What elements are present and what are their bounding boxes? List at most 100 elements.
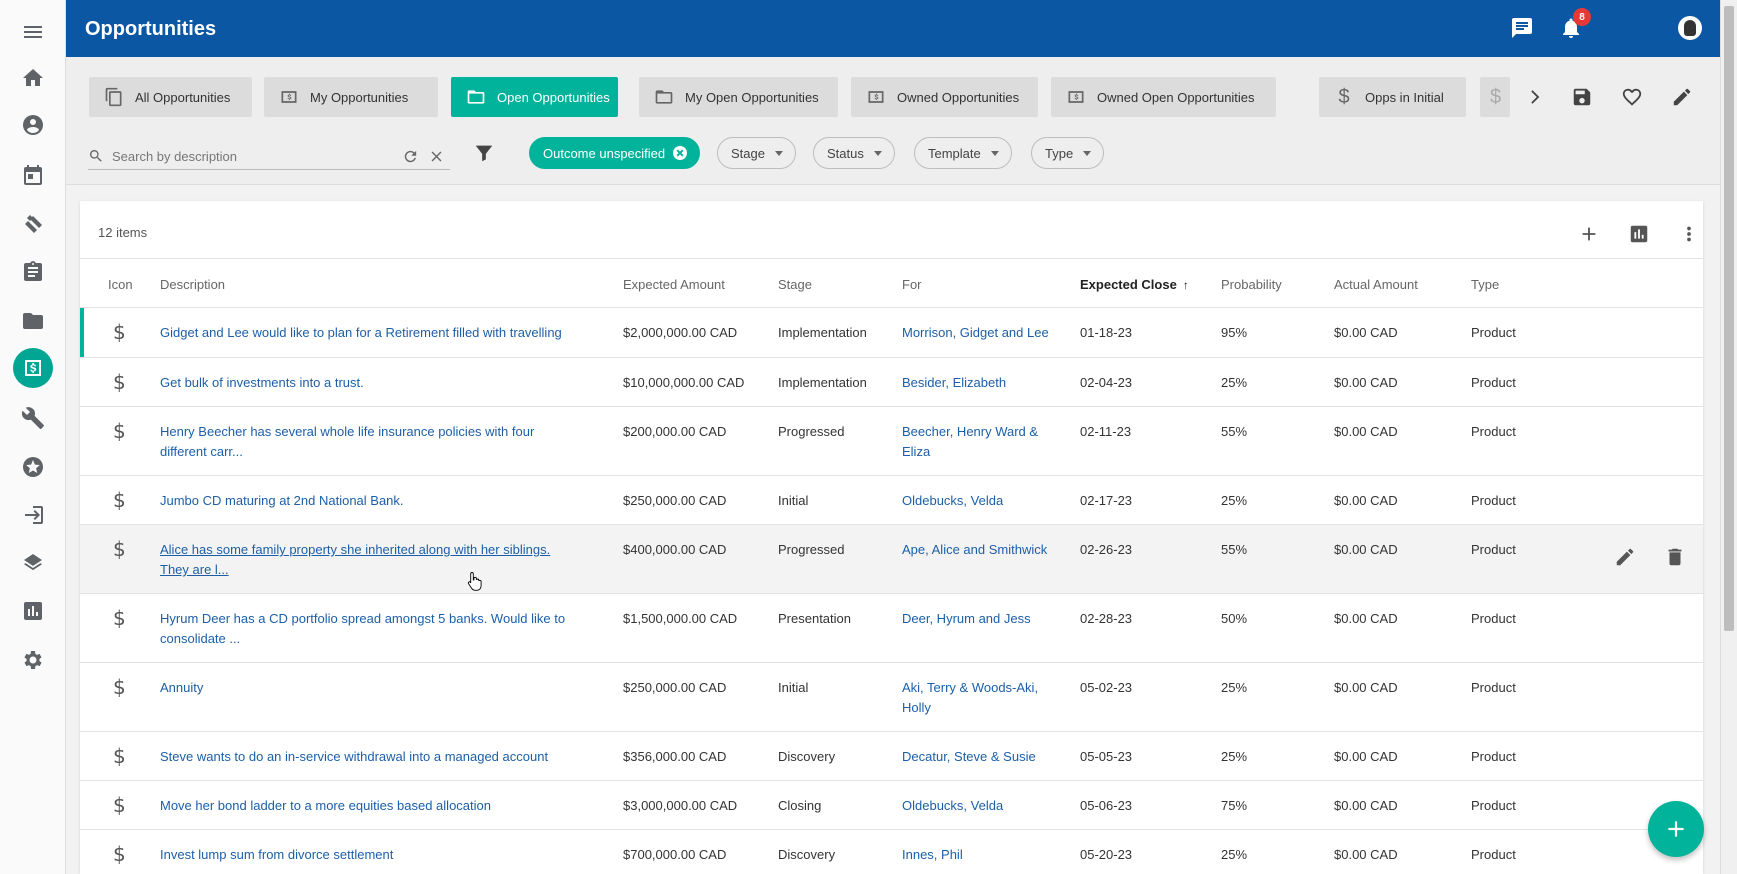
- for-link[interactable]: Beecher, Henry Ward & Eliza: [902, 422, 1052, 462]
- description-link[interactable]: Hyrum Deer has a CD portfolio spread amo…: [160, 609, 590, 649]
- home-icon[interactable]: [13, 58, 53, 98]
- refresh-icon[interactable]: [400, 146, 420, 166]
- table-row[interactable]: $ Henry Beecher has several whole life i…: [80, 407, 1703, 476]
- table-row[interactable]: $ Get bulk of investments into a trust. …: [80, 358, 1703, 407]
- filter-chip-type[interactable]: Type: [1031, 137, 1105, 169]
- tab-opps-in-initial[interactable]: $ Opps in Initial: [1319, 77, 1466, 117]
- description-link[interactable]: Annuity: [160, 678, 600, 698]
- clear-icon[interactable]: [426, 146, 446, 166]
- filter-chip-stage[interactable]: Stage: [717, 137, 796, 169]
- column-header-type[interactable]: Type: [1471, 277, 1499, 292]
- user-avatar[interactable]: [1678, 16, 1702, 40]
- for-link[interactable]: Deer, Hyrum and Jess: [902, 609, 1062, 629]
- description-link[interactable]: Move her bond ladder to a more equities …: [160, 796, 600, 816]
- edit-row-icon[interactable]: [1612, 544, 1638, 570]
- wrench-icon[interactable]: [13, 398, 53, 438]
- expected-close: 02-28-23: [1080, 611, 1133, 626]
- tab-my-opportunities[interactable]: My Opportunities: [264, 77, 438, 117]
- calendar-icon[interactable]: [13, 155, 53, 195]
- chart-icon[interactable]: [13, 591, 53, 631]
- chevron-right-icon[interactable]: [1519, 82, 1549, 112]
- add-opportunity-button[interactable]: [1648, 801, 1704, 857]
- tab-label: My Opportunities: [310, 89, 409, 105]
- save-icon[interactable]: [1567, 82, 1597, 112]
- opportunity-icon[interactable]: [13, 348, 53, 388]
- sort-ascending-icon: ↑: [1182, 278, 1189, 292]
- login-icon[interactable]: [13, 495, 53, 535]
- tab-my-open-opportunities[interactable]: My Open Opportunities: [639, 77, 838, 117]
- for-link[interactable]: Decatur, Steve & Susie: [902, 747, 1062, 767]
- more-vert-icon[interactable]: [1674, 219, 1703, 249]
- tab-owned-open-opportunities[interactable]: Owned Open Opportunities: [1051, 77, 1276, 117]
- description-link[interactable]: Henry Beecher has several whole life ins…: [160, 422, 560, 462]
- column-header-expected-close[interactable]: Expected Close ↑: [1080, 277, 1189, 292]
- report-icon[interactable]: [1624, 219, 1654, 249]
- handshake-icon[interactable]: [13, 204, 53, 244]
- dollar-icon: $: [113, 320, 126, 344]
- table-row[interactable]: $ Gidget and Lee would like to plan for …: [80, 308, 1703, 358]
- for-link[interactable]: Aki, Terry & Woods-Aki, Holly: [902, 678, 1052, 718]
- for-link[interactable]: Oldebucks, Velda: [902, 491, 1062, 511]
- table-row[interactable]: $ Alice has some family property she inh…: [80, 525, 1703, 594]
- table-row[interactable]: $ Jumbo CD maturing at 2nd National Bank…: [80, 476, 1703, 525]
- description-link[interactable]: Gidget and Lee would like to plan for a …: [160, 323, 600, 343]
- description-link[interactable]: Jumbo CD maturing at 2nd National Bank.: [160, 491, 600, 511]
- delete-row-icon[interactable]: [1662, 544, 1688, 570]
- table-row[interactable]: $ Annuity $250,000.00 CAD Initial Aki, T…: [80, 663, 1703, 732]
- chip-remove-icon[interactable]: [673, 146, 688, 160]
- stage: Presentation: [778, 611, 851, 626]
- folder-icon[interactable]: [13, 301, 53, 341]
- description-link[interactable]: Get bulk of investments into a trust.: [160, 373, 600, 393]
- search-input[interactable]: [112, 146, 372, 166]
- gear-icon[interactable]: [13, 640, 53, 680]
- filter-chip-outcome[interactable]: Outcome unspecified: [529, 137, 701, 169]
- column-header-actual-amount[interactable]: Actual Amount: [1334, 277, 1418, 292]
- menu-icon[interactable]: [13, 12, 53, 52]
- page-scrollbar[interactable]: [1720, 0, 1737, 874]
- folder-icon: [653, 88, 675, 106]
- layers-icon[interactable]: [13, 543, 53, 583]
- description-link[interactable]: Steve wants to do an in-service withdraw…: [160, 747, 600, 767]
- chat-icon[interactable]: [1507, 13, 1537, 43]
- column-header-description[interactable]: Description: [160, 277, 225, 292]
- for-link[interactable]: Innes, Phil: [902, 845, 1062, 865]
- tab-all-opportunities[interactable]: All Opportunities: [89, 77, 252, 117]
- table-row[interactable]: $ Move her bond ladder to a more equitie…: [80, 781, 1703, 830]
- favorite-icon[interactable]: [1617, 82, 1647, 112]
- star-icon[interactable]: [13, 447, 53, 487]
- person-icon[interactable]: [13, 105, 53, 145]
- tab-owned-opportunities[interactable]: Owned Opportunities: [851, 77, 1038, 117]
- for-link[interactable]: Oldebucks, Velda: [902, 796, 1062, 816]
- table-row[interactable]: $ Hyrum Deer has a CD portfolio spread a…: [80, 594, 1703, 663]
- stage: Discovery: [778, 749, 836, 764]
- for-link[interactable]: Ape, Alice and Smithwick: [902, 540, 1062, 560]
- tab-open-opportunities[interactable]: Open Opportunities: [451, 77, 618, 117]
- filter-icon[interactable]: [469, 138, 499, 168]
- money-icon: [865, 88, 887, 106]
- clipboard-icon[interactable]: [13, 252, 53, 292]
- column-header-probability[interactable]: Probability: [1221, 277, 1282, 292]
- for-link[interactable]: Morrison, Gidget and Lee: [902, 323, 1062, 343]
- scrollbar-thumb[interactable]: [1724, 6, 1734, 631]
- tab-overflow-partial[interactable]: $: [1480, 77, 1510, 117]
- probability: 95%: [1221, 325, 1248, 340]
- filter-chip-template[interactable]: Template: [914, 137, 1012, 169]
- actual-amount: $0.00 CAD: [1334, 542, 1398, 557]
- filter-chip-status[interactable]: Status: [813, 137, 895, 169]
- column-header-for[interactable]: For: [902, 277, 922, 292]
- description-link[interactable]: Invest lump sum from divorce settlement: [160, 845, 600, 865]
- edit-icon[interactable]: [1667, 82, 1697, 112]
- expected-close: 02-26-23: [1080, 542, 1133, 557]
- notifications-bell[interactable]: 8: [1556, 8, 1591, 43]
- for-link[interactable]: Besider, Elizabeth: [902, 373, 1062, 393]
- stage: Initial: [778, 493, 809, 508]
- search-icon: [88, 148, 104, 164]
- view-toolbar: All Opportunities My Opportunities Open …: [66, 57, 1720, 185]
- description-link[interactable]: Alice has some family property she inher…: [160, 540, 580, 580]
- column-header-expected-amount[interactable]: Expected Amount: [623, 277, 725, 292]
- column-header-stage[interactable]: Stage: [778, 277, 812, 292]
- table-row[interactable]: $ Invest lump sum from divorce settlemen…: [80, 830, 1703, 874]
- table-row[interactable]: $ Steve wants to do an in-service withdr…: [80, 732, 1703, 781]
- add-icon[interactable]: [1574, 219, 1604, 249]
- tab-label: Owned Opportunities: [897, 89, 1020, 105]
